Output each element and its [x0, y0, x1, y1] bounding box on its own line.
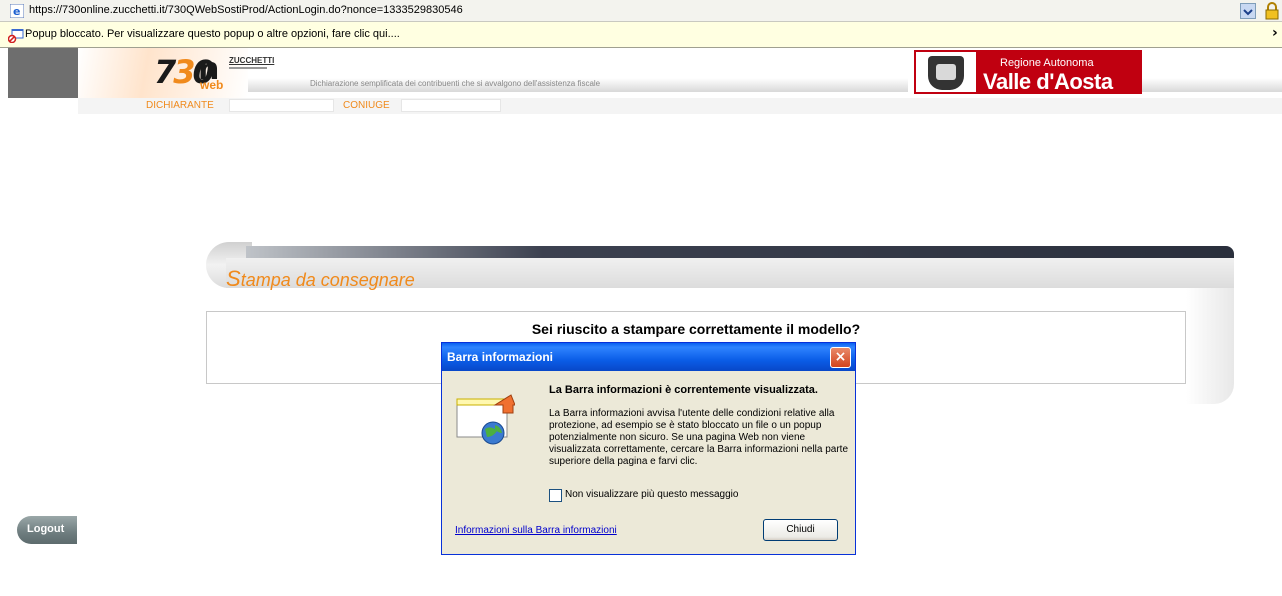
dont-show-again-label[interactable]: Non visualizzare più questo messaggio [565, 489, 738, 500]
ie-page-icon: e [10, 4, 24, 18]
dont-show-again-checkbox[interactable] [549, 489, 562, 502]
zucchetti-logo: ZUCCHETTI [229, 56, 275, 65]
regione-top-text: Regione Autonoma [1000, 57, 1094, 69]
dichiarante-name-field [229, 99, 334, 112]
dialog-body: La Barra informazioni è correntemente vi… [442, 371, 855, 554]
zucchetti-underline [229, 67, 267, 69]
crest-lion-icon [936, 64, 956, 80]
section-title: Stampa da consegnare [226, 266, 415, 291]
information-bar-text[interactable]: Popup bloccato. Per visualizzare questo … [25, 28, 400, 40]
dialog-heading: La Barra informazioni è correntemente vi… [549, 384, 818, 396]
dialog-description: La Barra informazioni avvisa l'utente de… [549, 408, 849, 467]
dialog-close-button[interactable]: Chiudi [763, 519, 838, 541]
logo-web: web [200, 78, 224, 92]
information-bar-help-link[interactable]: Informazioni sulla Barra informazioni [455, 525, 617, 536]
tab-dichiarante[interactable]: DICHIARANTE [146, 100, 214, 111]
crest-background [916, 52, 976, 92]
svg-text:e: e [13, 5, 20, 18]
information-bar-dialog: Barra informazioni × La Barra informazio… [441, 342, 856, 555]
logout-button[interactable]: Logout [17, 516, 77, 544]
dialog-close-x-button[interactable]: × [830, 347, 851, 368]
header-dark-band [8, 48, 78, 98]
tab-coniuge[interactable]: CONIUGE [343, 100, 390, 111]
dialog-title: Barra informazioni [447, 350, 554, 364]
address-url[interactable]: https://730online.zucchetti.it/730QWebSo… [29, 4, 463, 16]
address-bar: e https://730online.zucchetti.it/730QWeb… [0, 0, 1282, 22]
lock-icon[interactable] [1265, 2, 1279, 20]
header-tagline: Dichiarazione semplificata dei contribue… [310, 79, 601, 88]
information-bar[interactable]: Popup bloccato. Per visualizzare questo … [0, 22, 1282, 48]
information-bar-close[interactable]: › [1272, 25, 1278, 41]
dialog-titlebar[interactable]: Barra informazioni × [442, 343, 855, 371]
address-dropdown-button[interactable] [1240, 3, 1256, 19]
information-bar-icon [456, 394, 515, 445]
print-question: Sei riuscito a stampare correttamente il… [531, 321, 861, 337]
chevron-down-icon [1243, 9, 1253, 16]
header-right-strip [1136, 78, 1282, 92]
popup-blocked-icon [8, 29, 24, 43]
coniuge-name-field [401, 99, 501, 112]
regione-main-text: Valle d'Aosta [983, 69, 1113, 94]
section-header-dark-band [246, 246, 1234, 258]
